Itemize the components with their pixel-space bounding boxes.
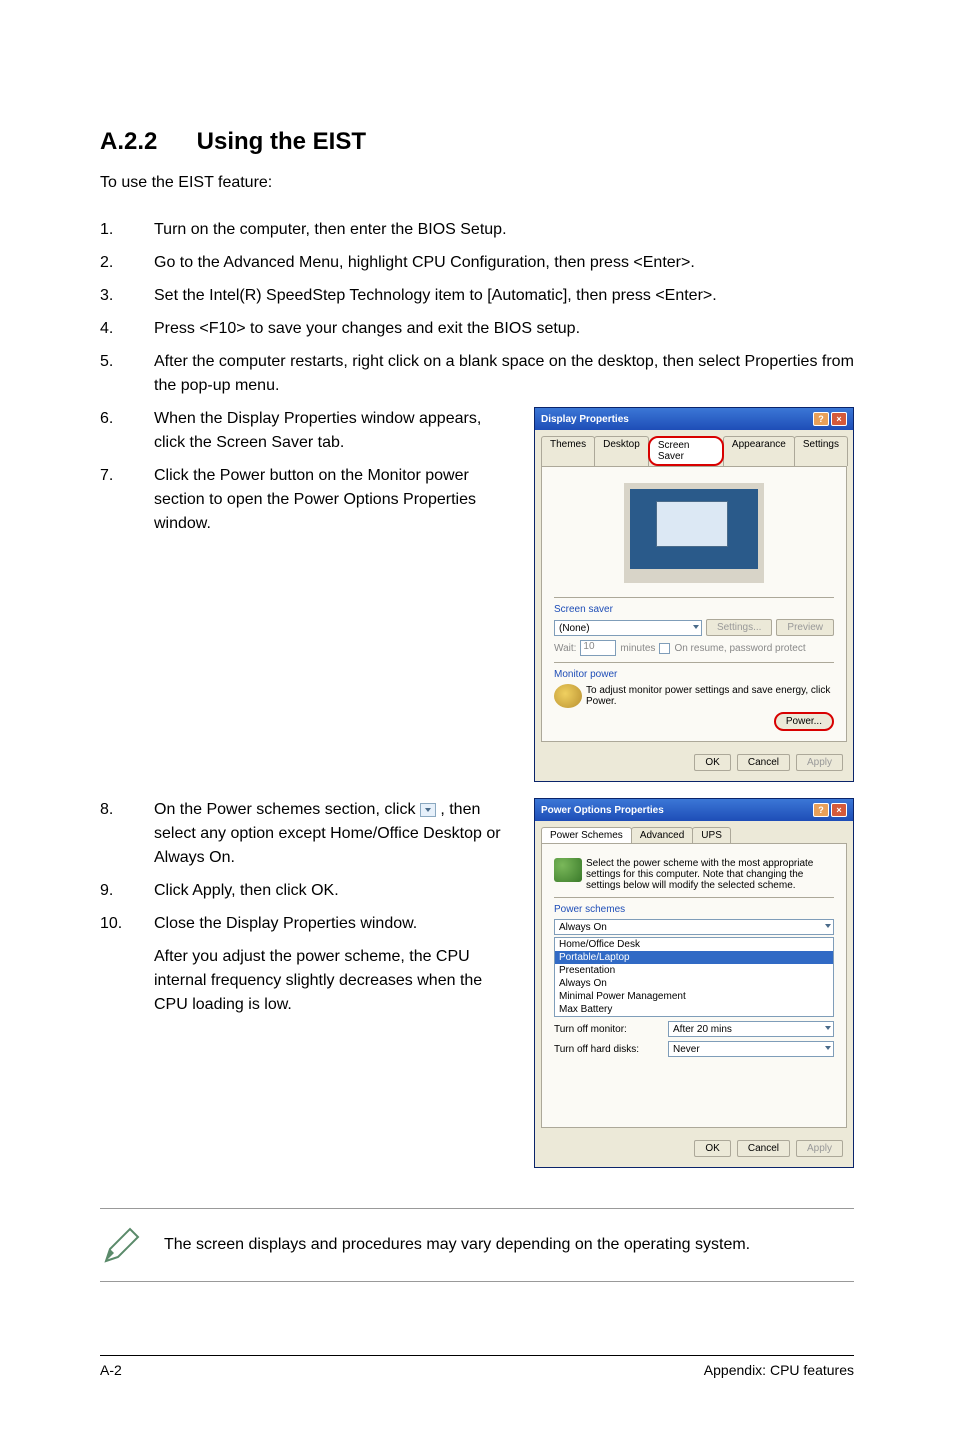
tab-ups[interactable]: UPS <box>692 827 731 843</box>
monitor-preview <box>624 483 764 583</box>
scheme-option-highlighted[interactable]: Portable/Laptop <box>555 951 833 964</box>
power-plug-icon <box>554 858 582 882</box>
power-options-dialog: Power Options Properties ? × Power Schem… <box>534 798 854 1168</box>
heading-title: Using the EIST <box>197 128 366 155</box>
scheme-option[interactable]: Home/Office Desk <box>555 938 833 951</box>
after-note: After you adjust the power scheme, the C… <box>154 945 510 1017</box>
close-button[interactable]: × <box>831 412 847 426</box>
step-list: 1.Turn on the computer, then enter the B… <box>100 218 854 398</box>
dialog-titlebar: Display Properties ? × <box>535 408 853 430</box>
power-desc: Select the power scheme with the most ap… <box>586 858 834 891</box>
note-text: The screen displays and procedures may v… <box>164 1236 750 1254</box>
tab-appearance[interactable]: Appearance <box>723 436 795 466</box>
step-6: When the Display Properties window appea… <box>154 407 510 455</box>
cancel-button[interactable]: Cancel <box>737 754 790 771</box>
tab-desktop[interactable]: Desktop <box>594 436 649 466</box>
power-schemes-group-label: Power schemes <box>554 904 629 915</box>
turn-off-disks-select[interactable]: Never <box>668 1041 834 1057</box>
page-number: A-2 <box>100 1362 122 1378</box>
dialog-title: Display Properties <box>541 414 629 425</box>
display-properties-dialog: Display Properties ? × Themes Desktop Sc… <box>534 407 854 782</box>
monitor-power-text: To adjust monitor power settings and sav… <box>586 685 834 707</box>
step-8: On the Power schemes section, click , th… <box>154 798 510 870</box>
intro-text: To use the EIST feature: <box>100 174 854 192</box>
step-3: Set the Intel(R) SpeedStep Technology it… <box>154 284 854 308</box>
step-7: Click the Power button on the Monitor po… <box>154 464 510 536</box>
tab-strip: Themes Desktop Screen Saver Appearance S… <box>535 430 853 466</box>
tab-themes[interactable]: Themes <box>541 436 595 466</box>
step-2: Go to the Advanced Menu, highlight CPU C… <box>154 251 854 275</box>
step-9: Click Apply, then click OK. <box>154 879 510 903</box>
ok-button[interactable]: OK <box>694 754 730 771</box>
energy-star-icon <box>554 684 582 708</box>
footer-title: Appendix: CPU features <box>704 1362 854 1378</box>
step-4: Press <F10> to save your changes and exi… <box>154 317 854 341</box>
power-button[interactable]: Power... <box>774 712 834 731</box>
apply-button[interactable]: Apply <box>796 754 843 771</box>
wait-unit: minutes <box>620 643 655 654</box>
preview-button[interactable]: Preview <box>776 619 834 636</box>
scheme-option[interactable]: Max Battery <box>555 1003 833 1016</box>
wait-label: Wait: <box>554 643 576 654</box>
help-button[interactable]: ? <box>813 412 829 426</box>
resume-label: On resume, password protect <box>674 643 805 654</box>
step-5: After the computer restarts, right click… <box>154 350 854 398</box>
scheme-option[interactable]: Always On <box>555 977 833 990</box>
power-scheme-select[interactable]: Always On <box>554 919 834 935</box>
power-scheme-dropdown-list[interactable]: Home/Office Desk Portable/Laptop Present… <box>554 937 834 1017</box>
turn-off-monitor-select[interactable]: After 20 mins <box>668 1021 834 1037</box>
screensaver-group-label: Screen saver <box>554 604 617 615</box>
tab-strip: Power Schemes Advanced UPS <box>535 821 853 843</box>
step-10: Close the Display Properties window. <box>154 912 510 936</box>
page-footer: A-2 Appendix: CPU features <box>100 1355 854 1378</box>
help-button[interactable]: ? <box>813 803 829 817</box>
step-list-cont2: 8. On the Power schemes section, click ,… <box>100 798 510 936</box>
turn-off-monitor-label: Turn off monitor: <box>554 1024 664 1035</box>
step-list-cont: 6.When the Display Properties window app… <box>100 407 510 536</box>
close-button[interactable]: × <box>831 803 847 817</box>
cancel-button[interactable]: Cancel <box>737 1140 790 1157</box>
scheme-option[interactable]: Presentation <box>555 964 833 977</box>
ok-button[interactable]: OK <box>694 1140 730 1157</box>
resume-checkbox[interactable] <box>659 643 670 654</box>
tab-power-schemes[interactable]: Power Schemes <box>541 827 632 843</box>
tab-advanced[interactable]: Advanced <box>631 827 693 843</box>
step-1: Turn on the computer, then enter the BIO… <box>154 218 854 242</box>
dialog-titlebar: Power Options Properties ? × <box>535 799 853 821</box>
pencil-note-icon <box>100 1223 144 1267</box>
section-heading: A.2.2 Using the EIST <box>100 128 854 156</box>
monitor-power-group-label: Monitor power <box>554 669 621 680</box>
tab-screen-saver[interactable]: Screen Saver <box>648 436 724 466</box>
apply-button[interactable]: Apply <box>796 1140 843 1157</box>
note-callout: The screen displays and procedures may v… <box>100 1208 854 1282</box>
tab-settings[interactable]: Settings <box>794 436 848 466</box>
turn-off-disks-label: Turn off hard disks: <box>554 1044 664 1055</box>
heading-number: A.2.2 <box>100 128 190 156</box>
scheme-option[interactable]: Minimal Power Management <box>555 990 833 1003</box>
settings-button[interactable]: Settings... <box>706 619 772 636</box>
dropdown-arrow-icon <box>420 803 436 817</box>
screensaver-select[interactable]: (None) <box>554 620 702 636</box>
dialog-title: Power Options Properties <box>541 805 664 816</box>
wait-spinner[interactable]: 10 <box>580 640 616 656</box>
